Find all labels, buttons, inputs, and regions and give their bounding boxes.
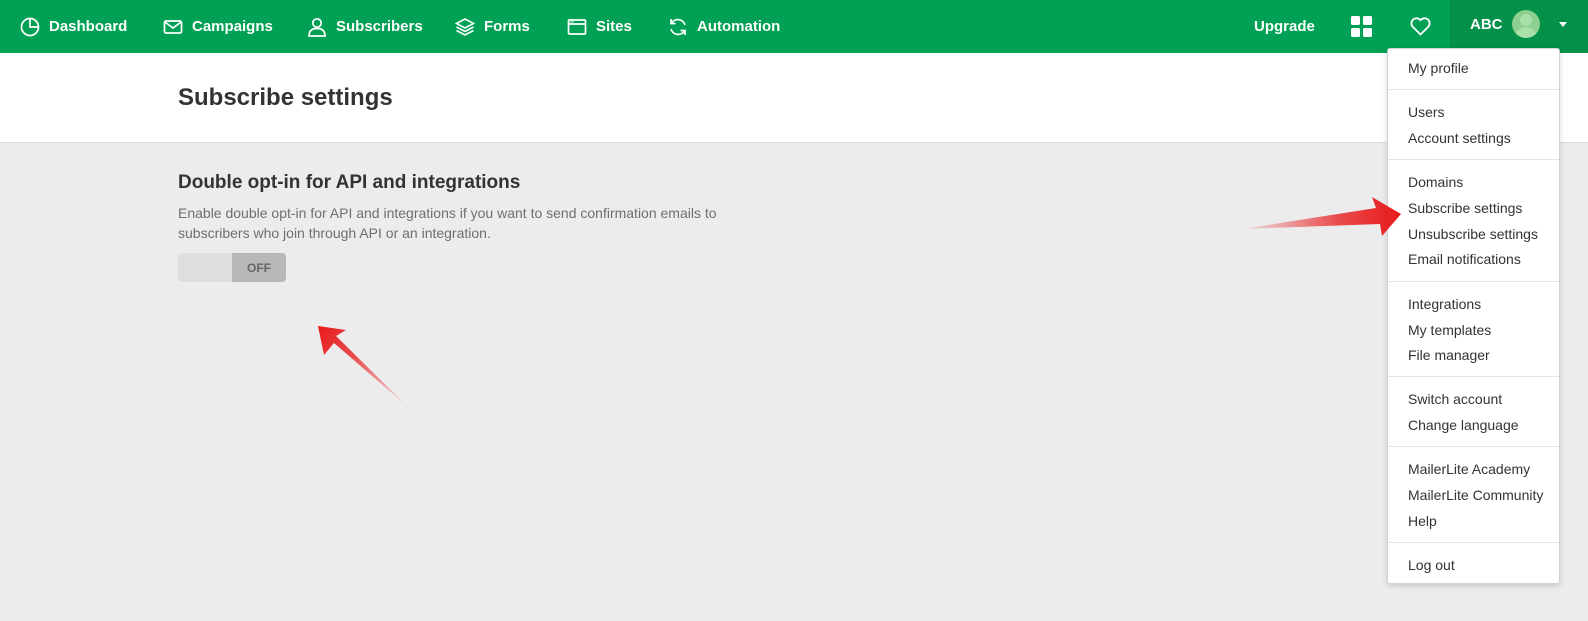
menu-item-my-templates[interactable]: My templates <box>1408 322 1491 338</box>
menu-item-my-profile[interactable]: My profile <box>1408 60 1469 76</box>
section-title: Double opt-in for API and integrations <box>178 172 521 193</box>
toggle-state-label: OFF <box>232 253 286 282</box>
menu-divider <box>1388 446 1559 447</box>
menu-item-help[interactable]: Help <box>1408 513 1437 529</box>
nav-automation-label: Automation <box>697 18 781 35</box>
arrow-to-toggle <box>318 326 408 407</box>
chevron-down-icon <box>1559 22 1567 27</box>
account-name: ABC <box>1470 16 1503 33</box>
menu-divider <box>1388 542 1559 543</box>
nav-forms-label: Forms <box>484 18 530 35</box>
upgrade-label: Upgrade <box>1254 18 1315 35</box>
menu-item-switch-account[interactable]: Switch account <box>1408 391 1502 407</box>
nav-sites-label: Sites <box>596 18 632 35</box>
menu-item-unsubscribe-settings[interactable]: Unsubscribe settings <box>1408 226 1538 242</box>
account-dropdown-menu: My profile Users Account settings Domain… <box>1387 48 1560 584</box>
refresh-icon <box>670 18 686 35</box>
nav-subscribers-label: Subscribers <box>336 18 423 35</box>
nav-campaigns[interactable]: Campaigns <box>163 0 273 53</box>
menu-item-file-manager[interactable]: File manager <box>1408 347 1490 363</box>
heart-icon <box>1410 17 1431 36</box>
browser-window-icon <box>567 18 587 35</box>
user-icon <box>308 17 326 37</box>
menu-item-mailerlite-academy[interactable]: MailerLite Academy <box>1408 461 1530 477</box>
arrow-to-menu-item <box>1242 197 1401 236</box>
avatar <box>1512 10 1540 38</box>
section-description: Enable double opt-in for API and integra… <box>178 205 717 241</box>
menu-divider <box>1388 89 1559 90</box>
nav-forms[interactable]: Forms <box>455 0 530 53</box>
double-opt-in-toggle[interactable]: OFF <box>178 253 286 282</box>
apps-grid-button[interactable] <box>1351 0 1372 53</box>
upgrade-link[interactable]: Upgrade <box>1254 0 1315 53</box>
menu-item-mailerlite-community[interactable]: MailerLite Community <box>1408 487 1543 503</box>
page-header: Subscribe settings <box>0 53 1588 143</box>
menu-item-domains[interactable]: Domains <box>1408 174 1463 190</box>
menu-item-log-out[interactable]: Log out <box>1408 557 1455 573</box>
nav-subscribers[interactable]: Subscribers <box>307 0 423 53</box>
layers-icon <box>455 17 475 36</box>
nav-campaigns-label: Campaigns <box>192 18 273 35</box>
menu-divider <box>1388 376 1559 377</box>
nav-dashboard-label: Dashboard <box>49 18 128 35</box>
menu-divider <box>1388 281 1559 282</box>
menu-item-integrations[interactable]: Integrations <box>1408 296 1481 312</box>
menu-divider <box>1388 159 1559 160</box>
dashboard-icon <box>20 17 40 36</box>
grid-icon <box>1351 16 1372 37</box>
nav-sites[interactable]: Sites <box>567 0 632 53</box>
favorites-button[interactable] <box>1410 0 1431 53</box>
nav-automation[interactable]: Automation <box>668 0 780 53</box>
page-title: Subscribe settings <box>178 84 393 111</box>
account-menu-toggle[interactable]: ABC <box>1450 0 1588 53</box>
menu-item-subscribe-settings[interactable]: Subscribe settings <box>1408 200 1522 216</box>
menu-item-change-language[interactable]: Change language <box>1408 417 1519 433</box>
nav-dashboard[interactable]: Dashboard <box>20 0 127 53</box>
top-nav-bar: Dashboard Campaigns Subscribers Forms Si… <box>0 0 1588 53</box>
menu-item-users[interactable]: Users <box>1408 104 1445 120</box>
menu-item-email-notifications[interactable]: Email notifications <box>1408 251 1521 267</box>
menu-item-account-settings[interactable]: Account settings <box>1408 130 1511 146</box>
envelope-icon <box>163 19 183 34</box>
